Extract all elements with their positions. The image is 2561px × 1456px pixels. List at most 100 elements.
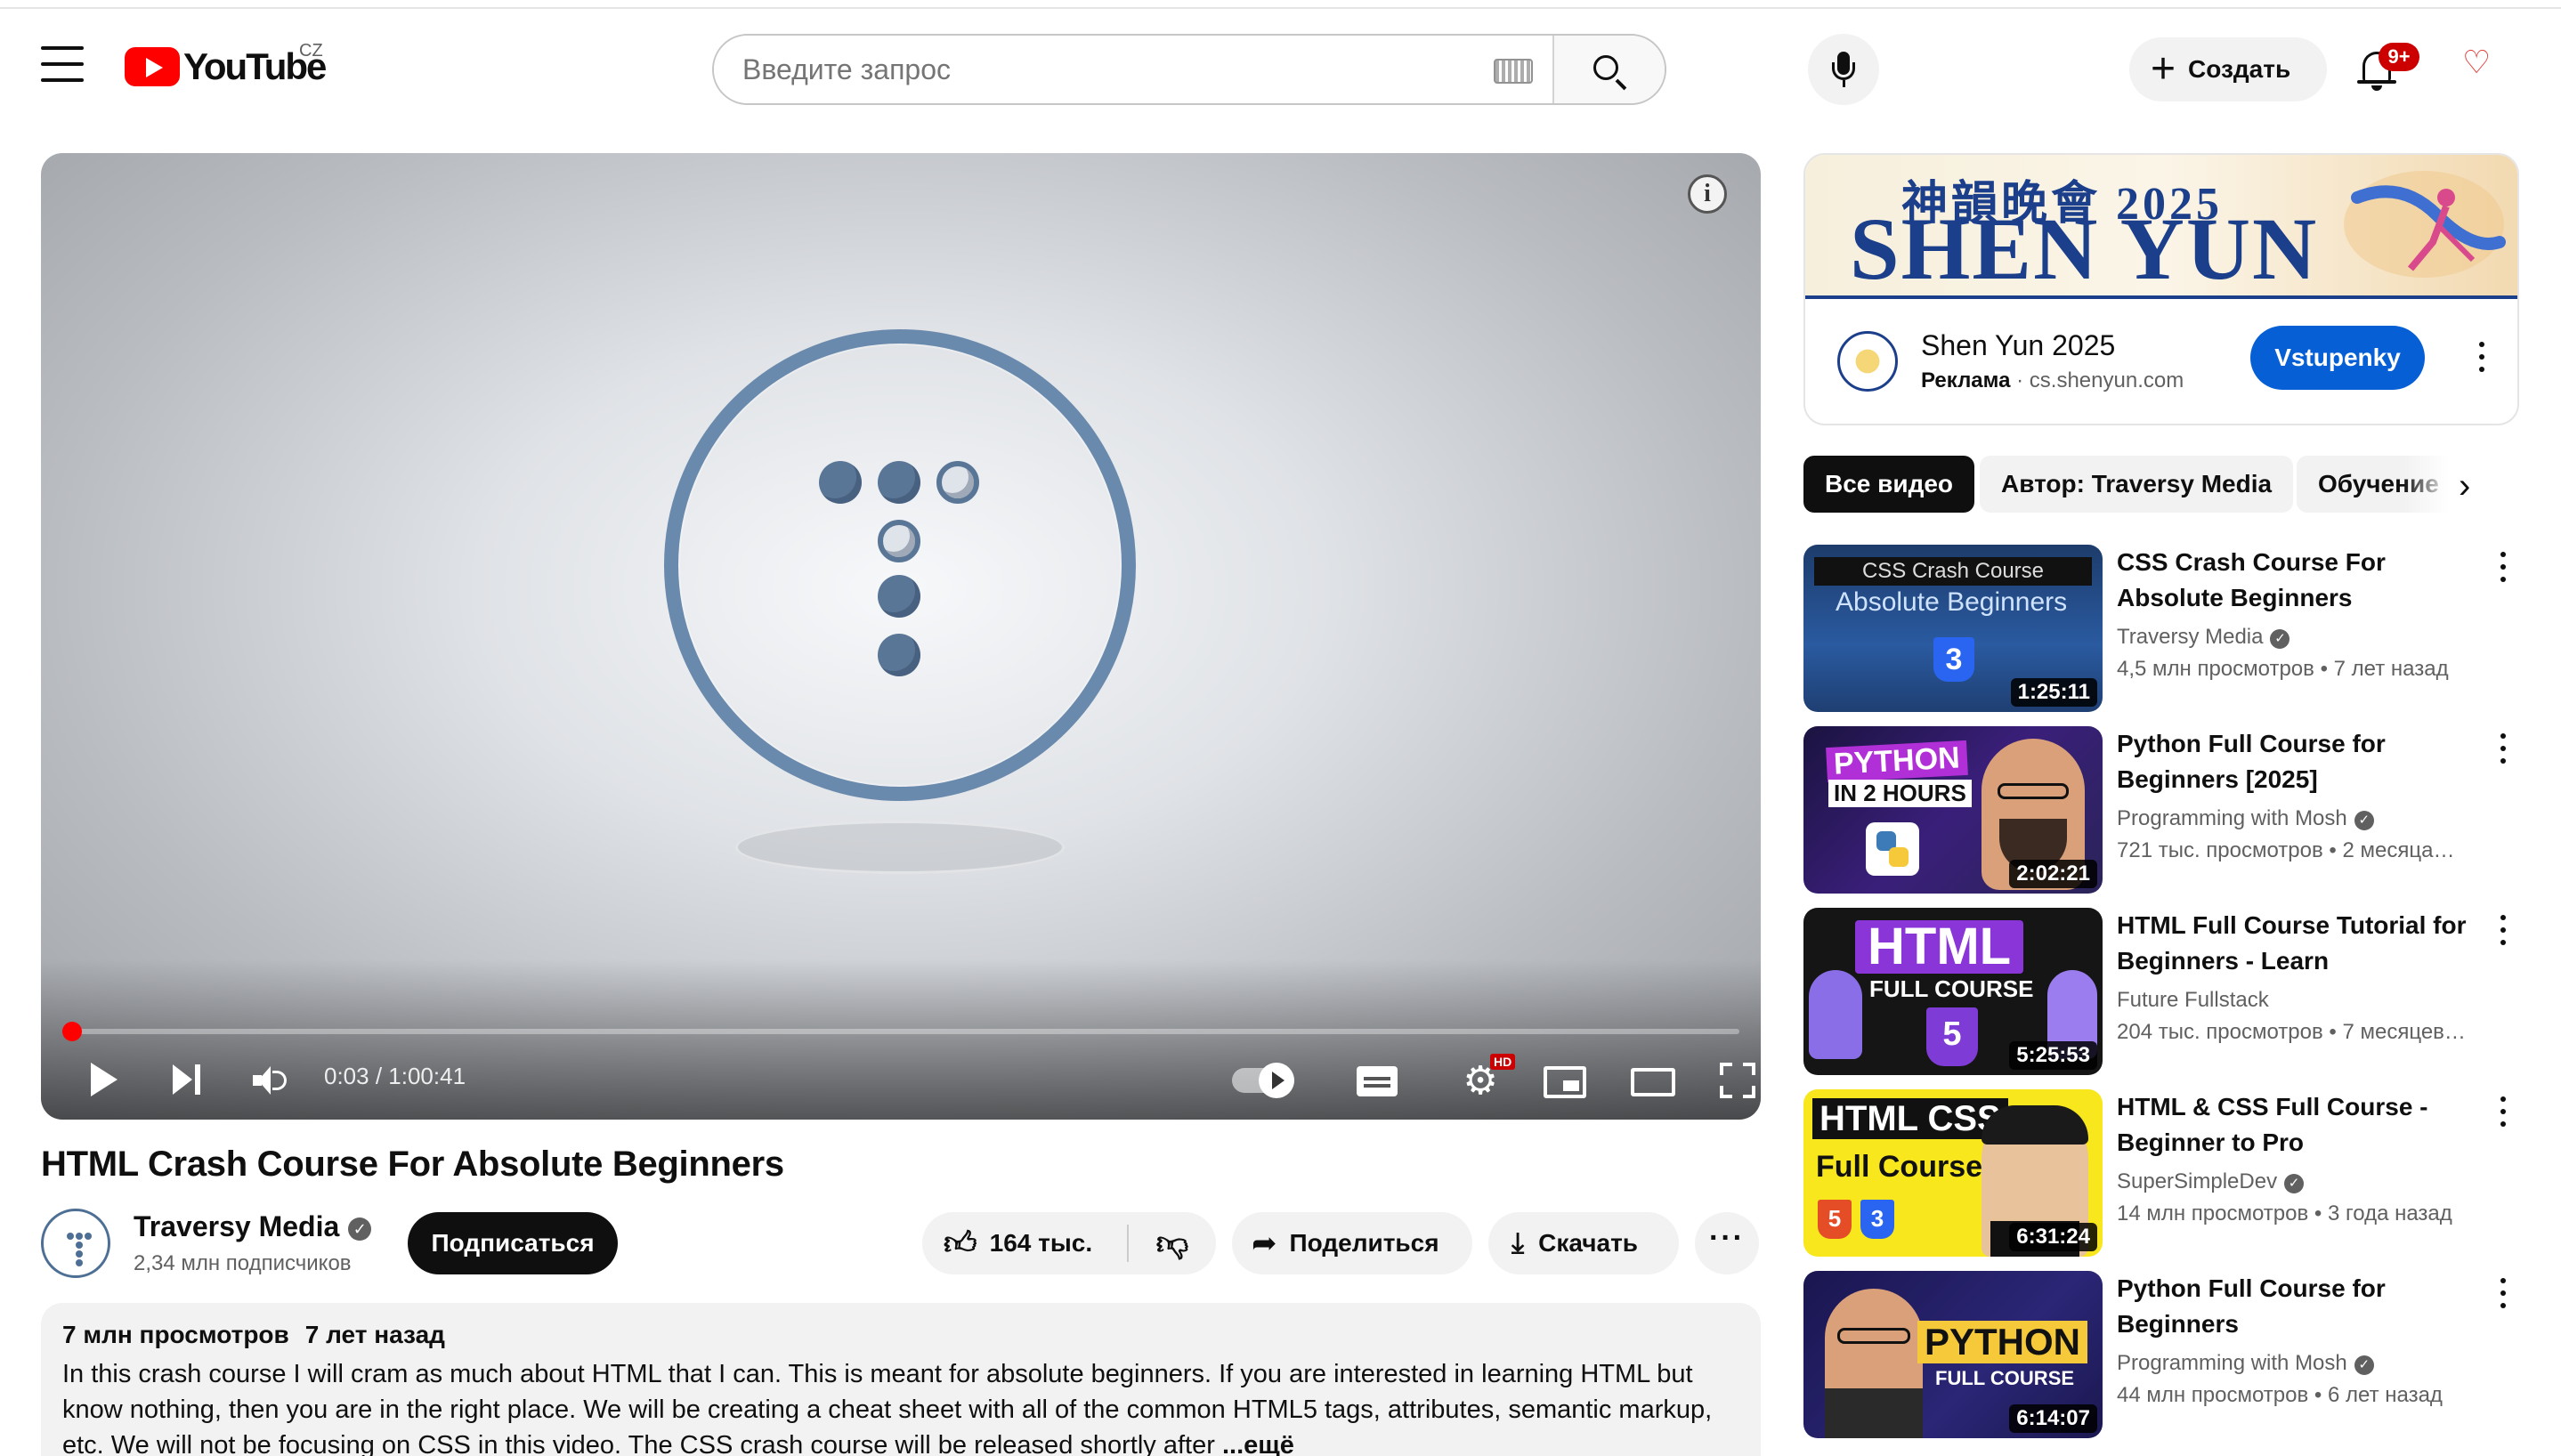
thumb-caption: HTML CSS (1812, 1098, 2008, 1139)
ad-avatar[interactable] (1837, 331, 1898, 392)
theater-icon[interactable] (1631, 1068, 1675, 1096)
ad-banner[interactable]: 神韻晚會 2025 SHEN YUN (1805, 155, 2517, 299)
verified-icon: ✓ (2354, 811, 2374, 830)
recommended-video[interactable]: PYTHON FULL COURSE 6:14:07 Python Full C… (1803, 1271, 2519, 1440)
thumb-caption: FULL COURSE (1869, 975, 2034, 1002)
volume-icon[interactable] (253, 1066, 292, 1095)
recommended-channel-row[interactable]: SuperSimpleDev ✓ (2117, 1169, 2305, 1194)
recommended-title[interactable]: Python Full Course for Beginners (2117, 1271, 2473, 1342)
css3-logo-icon: 3 (1860, 1200, 1894, 1239)
kebab-icon[interactable] (2494, 1096, 2512, 1132)
next-icon[interactable] (173, 1064, 205, 1095)
channel-name[interactable]: Traversy Media (134, 1210, 339, 1242)
subtitles-icon[interactable] (1357, 1066, 1398, 1096)
verified-icon: ✓ (2354, 1355, 2374, 1375)
recommended-age: 6 лет назад (2328, 1383, 2443, 1407)
time-display: 0:03 / 1:00:41 (324, 1063, 466, 1089)
recommended-title[interactable]: HTML Full Course Tutorial for Beginners … (2117, 908, 2473, 979)
video-thumbnail[interactable]: PYTHON FULL COURSE 6:14:07 (1803, 1271, 2103, 1438)
miniplayer-icon[interactable] (1544, 1066, 1586, 1098)
heart-icon[interactable]: ♡ (2462, 46, 2491, 78)
ad-domain: cs.shenyun.com (2029, 368, 2184, 392)
traversy-logo-ring (664, 329, 1136, 801)
recommended-video[interactable]: HTML CSS Full Course 5 3 6:31:24 HTML & … (1803, 1089, 2519, 1258)
recommended-channel-row[interactable]: Programming with Mosh ✓ (2117, 1351, 2374, 1376)
search-input[interactable] (714, 36, 1494, 103)
search-icon (1593, 55, 1618, 80)
recommended-channel-row[interactable]: Traversy Media ✓ (2117, 625, 2290, 650)
info-icon[interactable]: i (1688, 174, 1727, 214)
recommended-age: 7 месяцев… (2342, 1020, 2466, 1044)
thumb-caption: Absolute Beginners (1836, 587, 2068, 617)
presenter-photo (1825, 1289, 1923, 1438)
kebab-icon[interactable] (2494, 733, 2512, 769)
thumb-caption: PYTHON (1917, 1321, 2088, 1363)
download-icon: ⤓ (1511, 1226, 1525, 1258)
thumb-caption: Full Course (1816, 1150, 1983, 1184)
recommended-channel-row[interactable]: Future Fullstack (2117, 988, 2269, 1013)
cartoon-figure (1809, 970, 1862, 1059)
recommended-meta: 721 тыс. просмотров • 2 месяца… (2117, 838, 2455, 862)
voice-search-button[interactable] (1808, 34, 1879, 105)
autoplay-toggle-icon[interactable] (1232, 1063, 1294, 1098)
search-button[interactable] (1552, 36, 1665, 103)
recommended-title[interactable]: HTML & CSS Full Course - Beginner to Pro (2117, 1089, 2473, 1161)
video-duration: 5:25:53 (2009, 1041, 2097, 1070)
share-button[interactable]: ➦ Поделиться (1232, 1212, 1472, 1274)
recommended-video[interactable]: CSS Crash Course Absolute Beginners 3 1:… (1803, 545, 2519, 714)
video-thumbnail[interactable]: CSS Crash Course Absolute Beginners 3 1:… (1803, 545, 2103, 712)
video-thumbnail[interactable]: HTML CSS Full Course 5 3 6:31:24 (1803, 1089, 2103, 1257)
recommended-channel[interactable]: SuperSimpleDev (2117, 1169, 2277, 1193)
description-box[interactable]: 7 млн просмотров 7 лет назад In this cras… (41, 1303, 1761, 1456)
kebab-icon[interactable] (2494, 915, 2512, 950)
channel-avatar[interactable] (41, 1209, 110, 1278)
share-icon: ➦ (1252, 1226, 1277, 1260)
thumb-caption: IN 2 HOURS (1828, 780, 1972, 807)
video-duration: 2:02:21 (2009, 860, 2097, 888)
recommended-channel[interactable]: Programming with Mosh (2117, 1351, 2347, 1375)
chevron-right-icon[interactable]: › (2459, 468, 2470, 504)
recommended-channel[interactable]: Programming with Mosh (2117, 806, 2347, 830)
kebab-icon[interactable] (2473, 342, 2491, 377)
progress-bar[interactable] (62, 1022, 1739, 1041)
thumb-caption: HTML (1855, 920, 2024, 974)
recommended-title[interactable]: CSS Crash Course For Absolute Beginners (2117, 545, 2473, 616)
thumbs-up-icon: 👍︎ (944, 1225, 977, 1261)
download-button[interactable]: ⤓ Скачать (1488, 1212, 1679, 1274)
dislike-button[interactable]: 👎︎ (1129, 1212, 1216, 1274)
chip-all-videos[interactable]: Все видео (1803, 456, 1975, 513)
channel-name-row[interactable]: Traversy Media ✓ (134, 1210, 372, 1243)
logo-reflection (735, 821, 1065, 874)
keyboard-icon[interactable] (1494, 59, 1533, 84)
kebab-icon[interactable] (2494, 552, 2512, 587)
like-button[interactable]: 👍︎ 164 тыс. (922, 1212, 1127, 1274)
video-thumbnail[interactable]: PYTHON IN 2 HOURS 2:02:21 (1803, 726, 2103, 894)
ad-title[interactable]: Shen Yun 2025 (1921, 329, 2115, 362)
video-thumbnail[interactable]: HTML FULL COURSE 5 5:25:53 (1803, 908, 2103, 1075)
youtube-logo-icon (125, 47, 180, 86)
recommended-channel[interactable]: Traversy Media (2117, 625, 2263, 649)
video-player[interactable]: i 0:03 / 1:00:41 ⚙ HD (41, 153, 1761, 1120)
ad-banner-line2: SHEN YUN (1850, 199, 2319, 298)
recommended-video[interactable]: HTML FULL COURSE 5 5:25:53 HTML Full Cou… (1803, 908, 2519, 1077)
play-icon[interactable] (91, 1063, 118, 1096)
recommended-channel-row[interactable]: Programming with Mosh ✓ (2117, 806, 2374, 831)
recommended-title[interactable]: Python Full Course for Beginners [2025] (2117, 726, 2473, 797)
video-duration: 1:25:11 (2010, 678, 2097, 707)
recommended-meta: 14 млн просмотров • 3 года назад (2117, 1201, 2452, 1225)
dancer-image (2344, 171, 2506, 278)
subscribe-button[interactable]: Подписаться (408, 1212, 618, 1274)
fullscreen-icon[interactable] (1720, 1063, 1755, 1098)
ad-cta-button[interactable]: Vstupenky (2250, 326, 2425, 390)
show-more-link[interactable]: ...ещё (1222, 1431, 1294, 1456)
more-icon[interactable]: ··· (1695, 1212, 1759, 1274)
recommended-video[interactable]: PYTHON IN 2 HOURS 2:02:21 Python Full Co… (1803, 726, 2519, 895)
recommended-channel[interactable]: Future Fullstack (2117, 988, 2269, 1012)
create-button[interactable]: + Создать (2129, 37, 2327, 101)
kebab-icon[interactable] (2494, 1278, 2512, 1314)
chip-author[interactable]: Автор: Traversy Media (1980, 456, 2294, 513)
recommended-age: 7 лет назад (2333, 657, 2449, 681)
youtube-logo[interactable]: YouTube (125, 40, 327, 93)
menu-icon[interactable] (41, 46, 84, 82)
sidebar-ad[interactable]: 神韻晚會 2025 SHEN YUN Shen Yun 2025 Реклама… (1803, 153, 2519, 425)
